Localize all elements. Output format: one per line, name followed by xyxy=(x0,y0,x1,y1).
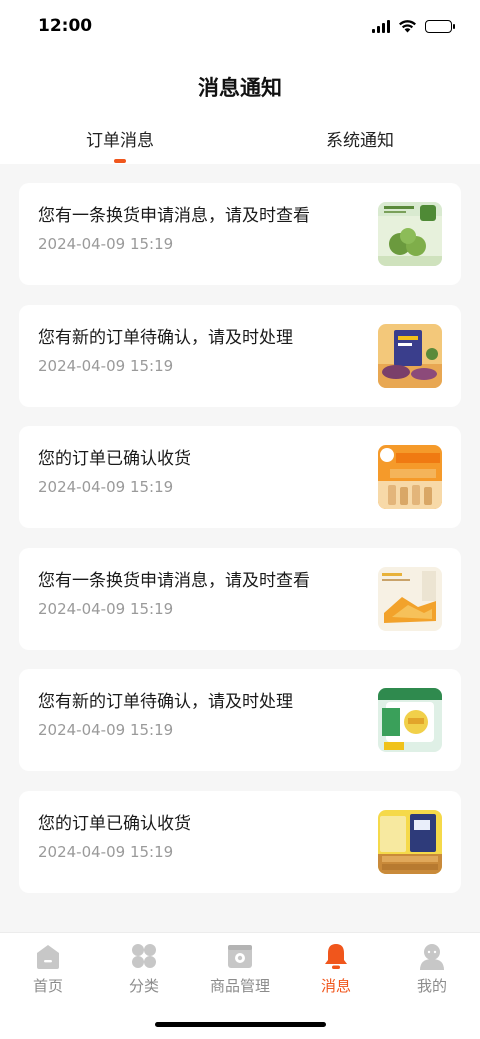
message-time: 2024-04-09 15:19 xyxy=(38,721,174,739)
product-thumbnail xyxy=(378,809,442,874)
message-card[interactable]: 您有一条换货申请消息，请及时查看 2024-04-09 15:19 xyxy=(19,547,461,650)
message-title: 您有新的订单待确认，请及时处理 xyxy=(38,327,293,348)
active-tab-indicator xyxy=(114,159,126,163)
message-title: 您的订单已确认收货 xyxy=(38,449,191,469)
product-thumbnail xyxy=(378,688,442,752)
tabbar-item-product-manage[interactable]: 商品管理 xyxy=(192,941,288,996)
message-card[interactable]: 您有新的订单待确认，请及时处理 2024-04-09 15:19 xyxy=(19,669,461,771)
product-thumbnail xyxy=(378,323,442,388)
message-card[interactable]: 您的订单已确认收货 2024-04-09 15:19 xyxy=(19,426,461,528)
tabbar-item-profile[interactable]: 我的 xyxy=(384,941,480,996)
tab-order-messages[interactable]: 订单消息 xyxy=(60,126,180,163)
product-thumbnail xyxy=(378,202,442,266)
message-title: 您有新的订单待确认，请及时处理 xyxy=(38,692,293,712)
tabbar-label: 我的 xyxy=(416,977,447,995)
message-list: 您有一条换货申请消息，请及时查看 2024-04-09 15:19 您有新的订单… xyxy=(19,183,461,912)
message-time: 2024-04-09 15:19 xyxy=(38,478,174,496)
tabbar-label: 商品管理 xyxy=(209,977,270,995)
home-icon xyxy=(37,945,59,969)
cellular-signal-icon xyxy=(372,19,390,33)
message-time: 2024-04-09 15:19 xyxy=(38,599,174,618)
message-card[interactable]: 您有一条换货申请消息，请及时查看 2024-04-09 15:19 xyxy=(19,183,461,285)
message-card[interactable]: 您有新的订单待确认，请及时处理 2024-04-09 15:19 xyxy=(19,304,461,407)
tab-system-notifications[interactable]: 系统通知 xyxy=(300,126,420,151)
tabbar-label: 消息 xyxy=(320,977,351,995)
battery-icon xyxy=(425,19,455,33)
status-time: 12:00 xyxy=(38,16,93,36)
user-icon xyxy=(420,944,444,970)
message-card[interactable]: 您的订单已确认收货 2024-04-09 15:19 xyxy=(19,790,461,893)
tabbar-label: 首页 xyxy=(32,977,63,995)
message-title: 您有一条换货申请消息，请及时查看 xyxy=(38,206,310,226)
tabbar-item-messages[interactable]: 消息 xyxy=(288,941,384,996)
home-indicator xyxy=(155,1022,326,1027)
product-manage-icon xyxy=(228,945,252,968)
page-title: 消息通知 xyxy=(198,76,282,100)
message-time: 2024-04-09 15:19 xyxy=(38,356,174,375)
tab-label: 订单消息 xyxy=(86,131,154,151)
message-title: 您有一条换货申请消息，请及时查看 xyxy=(38,570,310,591)
tab-label: 系统通知 xyxy=(326,131,394,151)
message-tabs: 订单消息 系统通知 xyxy=(0,126,480,164)
status-icons xyxy=(372,19,455,33)
message-title: 您的订单已确认收货 xyxy=(38,813,191,834)
status-bar: 12:00 xyxy=(0,0,480,56)
message-time: 2024-04-09 15:19 xyxy=(38,842,174,861)
tabbar-label: 分类 xyxy=(128,977,159,995)
header: 消息通知 订单消息 系统通知 xyxy=(0,56,480,164)
category-icon xyxy=(132,944,156,968)
product-thumbnail xyxy=(378,566,442,631)
product-thumbnail xyxy=(378,445,442,509)
tabbar-item-category[interactable]: 分类 xyxy=(96,941,192,996)
message-time: 2024-04-09 15:19 xyxy=(38,235,174,253)
wifi-icon xyxy=(399,20,416,33)
bell-icon xyxy=(325,944,347,969)
tabbar-item-home[interactable]: 首页 xyxy=(0,941,96,996)
